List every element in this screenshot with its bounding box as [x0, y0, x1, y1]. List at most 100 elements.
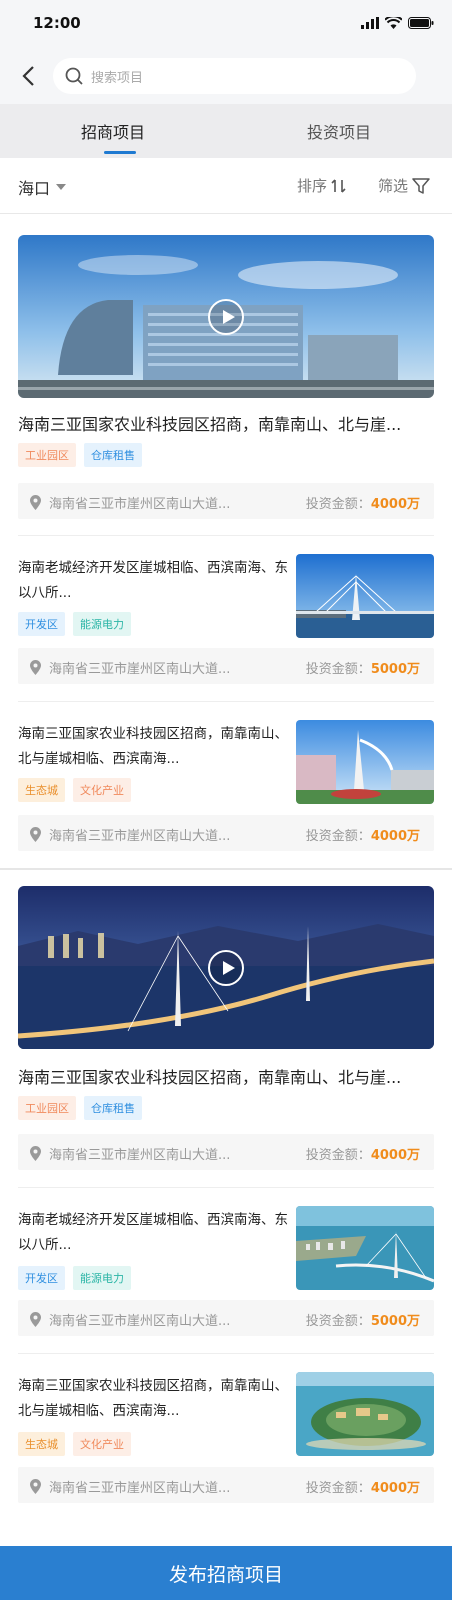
tab-investment-projects[interactable]: 投资项目: [226, 104, 452, 158]
divider: [18, 1187, 434, 1188]
location: 海南省三亚市崖州区南山大道...: [30, 658, 230, 677]
investment-amount: 投资金额：5000万: [306, 658, 420, 677]
location-pin-icon: [30, 660, 41, 675]
location-text: 海南省三亚市崖州区南山大道...: [49, 1481, 231, 1496]
investment-amount: 投资金额：4000万: [306, 1477, 420, 1496]
filter-bar: 海口 排序 筛选: [0, 158, 452, 214]
project-info-bar: 海南省三亚市崖州区南山大道... 投资金额：4000万: [18, 1467, 434, 1503]
tag: 文化产业: [73, 778, 131, 802]
tag: 仓库租售: [84, 1096, 142, 1120]
play-icon[interactable]: [208, 949, 244, 986]
investment-amount: 投资金额：4000万: [306, 493, 420, 512]
project-info-bar: 海南省三亚市崖州区南山大道... 投资金额：5000万: [18, 1300, 434, 1336]
search-placeholder: 搜索项目: [91, 70, 144, 86]
location-text: 海南省三亚市崖州区南山大道...: [49, 1314, 231, 1329]
divider: [18, 701, 434, 702]
location-pin-icon: [30, 1312, 41, 1327]
tag: 仓库租售: [84, 443, 142, 467]
amount-label: 投资金额：: [305, 1148, 371, 1163]
tag: 能源电力: [73, 1266, 131, 1290]
location-text: 海南省三亚市崖州区南山大道...: [49, 497, 231, 512]
project-video-thumbnail[interactable]: [18, 886, 434, 1049]
amount-value: 4000万: [370, 497, 420, 512]
chevron-left-icon: [22, 66, 34, 86]
section-separator: [0, 868, 452, 870]
tag-list: 生态城 文化产业: [18, 778, 131, 802]
project-info-bar: 海南省三亚市崖州区南山大道... 投资金额：5000万: [18, 648, 434, 684]
search-icon: [65, 67, 83, 85]
divider: [18, 1353, 434, 1354]
project-title: 海南三亚国家农业科技园区招商，南靠南山、北与崖城相临、西滨南海...: [18, 726, 288, 767]
tag: 开发区: [18, 612, 65, 636]
amount-value: 4000万: [370, 1481, 420, 1496]
amount-label: 投资金额：: [305, 1314, 371, 1329]
publish-project-button[interactable]: 发布招商项目: [0, 1546, 452, 1600]
location: 海南省三亚市崖州区南山大道...: [30, 1144, 230, 1163]
location: 海南省三亚市崖州区南山大道...: [30, 493, 230, 512]
status-time: 12:00: [33, 14, 81, 32]
location-text: 海南省三亚市崖州区南山大道...: [49, 1148, 231, 1163]
tag-list: 工业园区 仓库租售: [18, 443, 142, 467]
amount-value: 4000万: [370, 829, 420, 844]
project-info-bar: 海南省三亚市崖州区南山大道... 投资金额：4000万: [18, 815, 434, 851]
tag-list: 工业园区 仓库租售: [18, 1096, 142, 1120]
signal-icon: [361, 17, 379, 29]
tag: 生态城: [18, 778, 65, 802]
filter-label: 筛选: [378, 177, 409, 195]
project-thumbnail[interactable]: [296, 720, 434, 804]
tag: 工业园区: [18, 1096, 76, 1120]
amount-value: 5000万: [370, 1314, 420, 1329]
amount-label: 投资金额：: [305, 497, 371, 512]
city-selector[interactable]: 海口: [18, 175, 67, 199]
location: 海南省三亚市崖州区南山大道...: [30, 825, 230, 844]
status-bar: 12:00: [0, 0, 452, 48]
tag-list: 开发区 能源电力: [18, 612, 131, 636]
nav-bar: 搜索项目: [0, 48, 452, 104]
amount-label: 投资金额：: [305, 1481, 371, 1496]
location: 海南省三亚市崖州区南山大道...: [30, 1477, 230, 1496]
investment-amount: 投资金额：5000万: [306, 1310, 420, 1329]
project-video-thumbnail[interactable]: [18, 235, 434, 398]
project-info-bar: 海南省三亚市崖州区南山大道... 投资金额：4000万: [18, 483, 434, 519]
wifi-icon: [385, 17, 402, 29]
search-input[interactable]: 搜索项目: [53, 58, 416, 94]
project-thumbnail[interactable]: [296, 1372, 434, 1456]
amount-value: 5000万: [370, 662, 420, 677]
project-title: 海南三亚国家农业科技园区招商，南靠南山、北与崖...: [18, 1068, 402, 1087]
amount-value: 4000万: [370, 1148, 420, 1163]
location-text: 海南省三亚市崖州区南山大道...: [49, 829, 231, 844]
tag: 开发区: [18, 1266, 65, 1290]
tag: 生态城: [18, 1432, 65, 1456]
tab-recruit-projects[interactable]: 招商项目: [0, 104, 226, 158]
project-thumbnail[interactable]: [296, 1206, 434, 1290]
project-title: 海南三亚国家农业科技园区招商，南靠南山、北与崖...: [18, 415, 402, 434]
active-tab-indicator: [104, 151, 136, 154]
sort-button[interactable]: 排序: [297, 175, 347, 196]
location-text: 海南省三亚市崖州区南山大道...: [49, 662, 231, 677]
tag: 工业园区: [18, 443, 76, 467]
battery-icon: [408, 17, 434, 29]
divider: [18, 535, 434, 536]
tab-bar: 招商项目 投资项目: [0, 104, 452, 158]
location-pin-icon: [30, 495, 41, 510]
investment-amount: 投资金额：4000万: [306, 1144, 420, 1163]
project-title: 海南老城经济开发区崖城相临、西滨南海、东以八所...: [18, 1212, 288, 1253]
project-thumbnail[interactable]: [296, 554, 434, 638]
tag-list: 生态城 文化产业: [18, 1432, 131, 1456]
investment-amount: 投资金额：4000万: [306, 825, 420, 844]
funnel-icon: [412, 177, 430, 194]
amount-label: 投资金额：: [305, 829, 371, 844]
sculpture-image: [296, 720, 434, 804]
tag: 能源电力: [73, 612, 131, 636]
status-icons: [361, 17, 434, 29]
location: 海南省三亚市崖州区南山大道...: [30, 1310, 230, 1329]
filter-button[interactable]: 筛选: [378, 175, 430, 196]
island-resort-image: [296, 1372, 434, 1456]
sort-label: 排序: [297, 177, 328, 195]
location-pin-icon: [30, 1146, 41, 1161]
back-button[interactable]: [14, 62, 42, 90]
coastal-bridge-image: [296, 1206, 434, 1290]
amount-label: 投资金额：: [305, 662, 371, 677]
play-icon[interactable]: [208, 298, 244, 335]
caret-down-icon: [56, 184, 67, 190]
